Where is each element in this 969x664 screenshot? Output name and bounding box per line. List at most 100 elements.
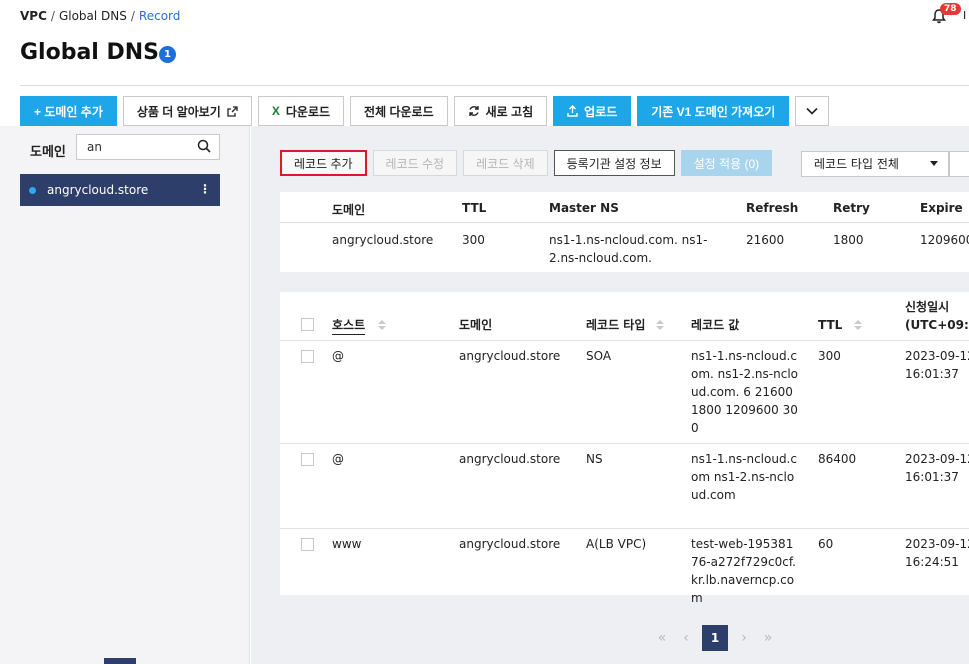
column-header-value: 레코드 값 — [691, 318, 740, 332]
caret-down-icon — [930, 161, 938, 166]
row-checkbox[interactable] — [301, 538, 314, 551]
column-header: TTL — [462, 201, 487, 215]
column-header: Expire — [920, 201, 963, 215]
cell-type: NS — [586, 452, 603, 466]
download-all-button[interactable]: 전체 다운로드 — [350, 96, 448, 126]
domain-search-box — [76, 134, 220, 160]
notification-count-badge: 78 — [940, 3, 961, 15]
cell-host: www — [332, 537, 362, 551]
add-record-button[interactable]: 레코드 추가 — [280, 150, 367, 176]
first-page-button[interactable]: « — [650, 630, 674, 646]
breadcrumb-separator: / — [130, 9, 135, 23]
download-button[interactable]: X 다운로드 — [257, 96, 345, 126]
cell-value: ns1-1.ns-ncloud.com. ns1-2.ns-ncloud.com… — [691, 349, 798, 435]
learn-more-label: 상품 더 알아보기 — [136, 104, 221, 119]
cell-domain: angrycloud.store — [459, 537, 561, 551]
cell-value: test-web-19538176-a272f729c0cf.kr.lb.nav… — [691, 537, 796, 605]
column-header-date: 신청일시 (UTC+09:00) — [905, 300, 969, 332]
table-cell: 1209600 — [920, 233, 969, 247]
domain-label: 도메인 — [30, 145, 66, 160]
record-type-select[interactable]: 레코드 타입 전체 — [801, 151, 949, 177]
column-header-type[interactable]: 레코드 타입 — [586, 316, 645, 334]
table-cell: 1800 — [833, 233, 864, 247]
table-cell: 300 — [462, 233, 485, 247]
sort-icon[interactable] — [378, 320, 386, 331]
refresh-label: 새로 고침 — [485, 104, 534, 119]
notification-button[interactable]: 78 — [930, 3, 961, 26]
chevron-down-icon — [806, 107, 818, 115]
prev-page-button[interactable]: ‹ — [674, 630, 698, 646]
import-v1-domain-button[interactable]: 기존 V1 도메인 가져오기 — [637, 96, 790, 126]
cell-domain: angrycloud.store — [459, 452, 561, 466]
refresh-icon — [468, 106, 479, 116]
secondary-filter-input[interactable] — [949, 151, 969, 177]
record-toolbar: 레코드 추가 레코드 수정 레코드 삭제 등록기관 설정 정보 설정 적용 (0… — [280, 150, 773, 176]
cell-value: ns1-1.ns-ncloud.com ns1-2.ns-ncloud.com — [691, 452, 797, 502]
cell-host: @ — [332, 349, 344, 363]
upload-button[interactable]: 업로드 — [553, 96, 632, 126]
sidebar-resize-handle[interactable] — [104, 658, 136, 664]
select-all-checkbox[interactable] — [301, 318, 314, 331]
kebab-menu-icon[interactable]: ⋮ — [199, 182, 211, 196]
refresh-button[interactable]: 새로 고침 — [453, 96, 548, 126]
column-header-domain: 도메인 — [459, 318, 493, 332]
table-cell: 21600 — [746, 233, 785, 247]
more-options-button[interactable] — [795, 96, 830, 126]
last-page-button[interactable]: » — [756, 630, 780, 646]
delete-record-button[interactable]: 레코드 삭제 — [463, 150, 548, 176]
title-info-badge[interactable]: 1 — [159, 46, 176, 63]
divider — [20, 85, 969, 86]
apply-settings-button[interactable]: 설정 적용 (0) — [680, 150, 773, 176]
table-row[interactable]: www angrycloud.store A(LB VPC) test-web-… — [280, 529, 969, 605]
sort-icon[interactable] — [854, 320, 862, 331]
row-checkbox[interactable] — [301, 350, 314, 363]
upload-label: 업로드 — [584, 104, 618, 119]
column-header: Refresh — [746, 201, 799, 215]
column-header: 도메인 — [332, 203, 366, 217]
record-table: 호스트 도메인 레코드 타입 레코드 값 TTL 신청일시 (UTC+09:00… — [280, 292, 969, 605]
cell-date: 2023-09-12 16:24:51 — [905, 537, 969, 569]
table-header-row: 호스트 도메인 레코드 타입 레코드 값 TTL 신청일시 (UTC+09:00… — [280, 292, 969, 341]
cell-type: A(LB VPC) — [586, 537, 647, 551]
search-icon[interactable] — [197, 139, 211, 153]
column-header-ttl[interactable]: TTL — [818, 316, 842, 334]
cell-type: SOA — [586, 349, 612, 363]
breadcrumb-vpc[interactable]: VPC — [20, 9, 47, 23]
main-toolbar: + 도메인 추가 상품 더 알아보기 X 다운로드 전체 다운로드 새로 고침 … — [20, 96, 830, 126]
table-row[interactable]: @ angrycloud.store SOA ns1-1.ns-ncloud.c… — [280, 341, 969, 444]
learn-more-button[interactable]: 상품 더 알아보기 — [122, 96, 252, 126]
breadcrumb: VPC / Global DNS / Record — [20, 9, 180, 23]
domain-name: angrycloud.store — [47, 183, 149, 197]
cell-host: @ — [332, 452, 344, 466]
cell-ttl: 86400 — [818, 452, 857, 466]
next-page-button[interactable]: › — [732, 630, 756, 646]
breadcrumb-separator: / — [50, 9, 55, 23]
table-cell: ns1-1.ns-ncloud.com. ns1-2.ns-ncloud.com… — [549, 233, 708, 265]
domain-list-item[interactable]: angrycloud.store ⋮ — [20, 174, 220, 206]
row-checkbox[interactable] — [301, 453, 314, 466]
pagination: « ‹ 1 › » — [650, 625, 780, 651]
domain-sidebar: 도메인 angrycloud.store ⋮ — [0, 126, 250, 664]
domain-summary-table: 도메인 TTL Master NS Refresh Retry Expire a… — [280, 192, 969, 272]
page-number-current[interactable]: 1 — [702, 625, 728, 651]
cell-date: 2023-09-12 16:01:37 — [905, 452, 969, 484]
table-cell: angrycloud.store — [332, 233, 434, 247]
registrar-info-button[interactable]: 등록기관 설정 정보 — [553, 150, 675, 176]
domain-search-input[interactable] — [77, 135, 187, 159]
table-header-row: 도메인 TTL Master NS Refresh Retry Expire — [280, 192, 969, 223]
cell-ttl: 60 — [818, 537, 834, 551]
download-label: 다운로드 — [285, 104, 331, 119]
column-header: Master NS — [549, 201, 619, 215]
table-row[interactable]: @ angrycloud.store NS ns1-1.ns-ncloud.co… — [280, 444, 969, 529]
external-link-icon — [227, 105, 238, 117]
cell-domain: angrycloud.store — [459, 349, 561, 363]
edit-record-button[interactable]: 레코드 수정 — [372, 150, 458, 176]
cell-ttl: 300 — [818, 349, 841, 363]
truncated-header-glyph: I — [963, 9, 967, 22]
breadcrumb-global-dns[interactable]: Global DNS — [59, 9, 127, 23]
status-dot-icon — [29, 186, 36, 194]
column-header-host[interactable]: 호스트 — [332, 316, 366, 335]
sort-icon[interactable] — [656, 320, 664, 331]
breadcrumb-record[interactable]: Record — [139, 9, 180, 23]
add-domain-button[interactable]: + 도메인 추가 — [20, 96, 117, 126]
